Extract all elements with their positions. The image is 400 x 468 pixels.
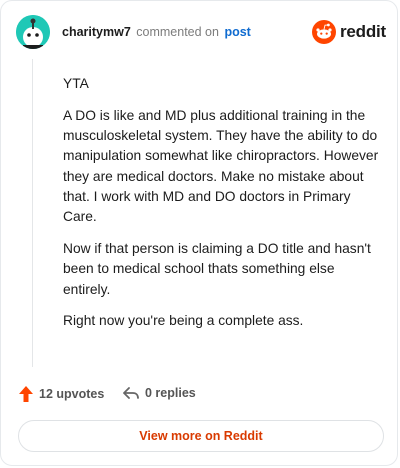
comment-meta: charitymw7 commented on post [62,25,251,39]
comment-body: YTA A DO is like and MD plus additional … [63,74,381,343]
replies-button[interactable]: 0 replies [122,385,196,401]
thread-line [32,59,33,367]
comment-paragraph: YTA [63,76,89,91]
comment-paragraph: Right now you're being a complete ass. [63,313,304,329]
comment-header: charitymw7 commented on post reddit [16,15,386,49]
reply-count: 0 replies [145,386,196,400]
reply-arrow-icon [123,387,139,399]
upvote-count: 12 upvotes [39,387,105,401]
snoo-avatar-icon [16,15,50,49]
username-link[interactable]: charitymw7 [62,25,131,39]
reddit-wordmark: reddit [339,22,386,41]
action-text: commented on [136,25,219,39]
reddit-logo[interactable]: reddit [311,19,386,45]
comment-actions: 12 upvotes 0 replies [18,385,378,407]
user-avatar[interactable] [16,15,50,49]
reddit-snoo-icon [311,20,336,44]
comment-embed-card: charitymw7 commented on post reddit YTA … [0,0,398,466]
arrow-up-icon [19,386,33,402]
post-link[interactable]: post [224,25,250,39]
upvote-button[interactable]: 12 upvotes [18,385,104,403]
view-more-button[interactable]: View more on Reddit [18,420,384,452]
comment-paragraph: A DO is like and MD plus additional trai… [63,107,379,225]
comment-paragraph: Now if that person is claiming a DO titl… [63,241,371,297]
